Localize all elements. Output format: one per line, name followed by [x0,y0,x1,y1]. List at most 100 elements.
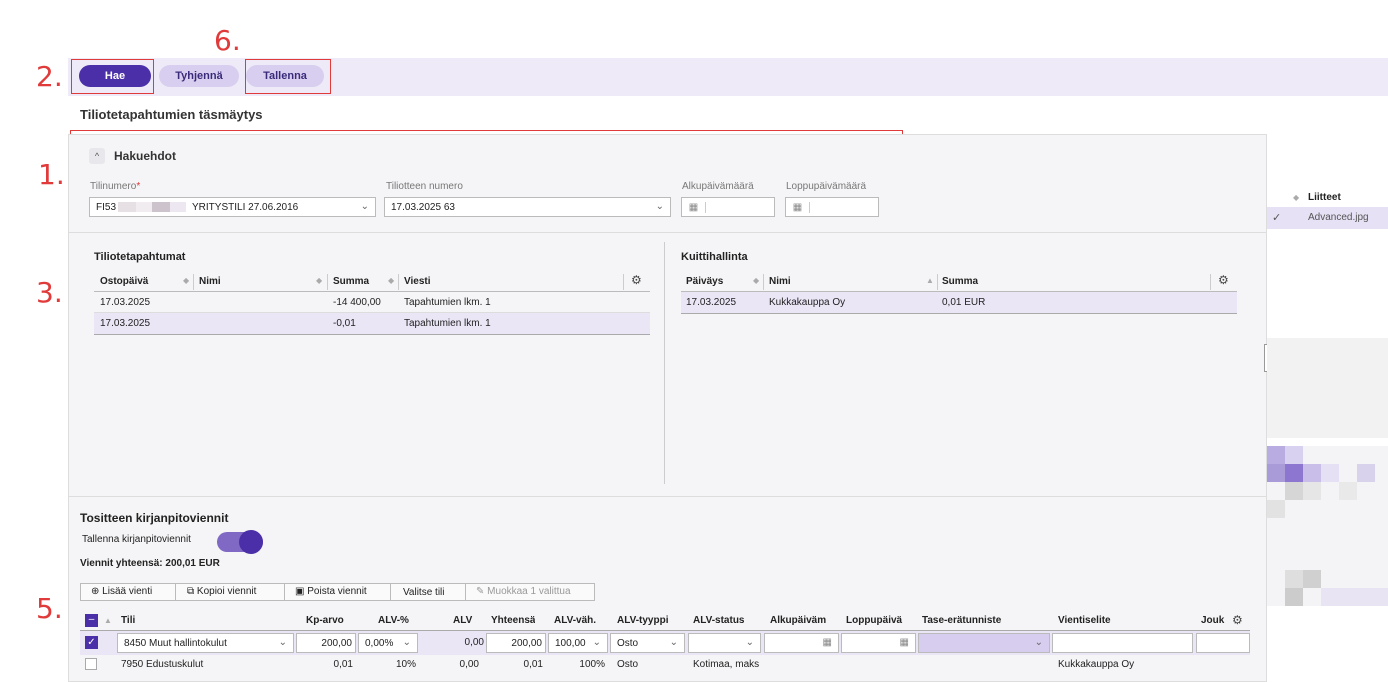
col-kp-arvo[interactable]: Kp-arvo [306,615,344,626]
sort-icon[interactable]: ◆ [1293,193,1299,202]
gear-icon[interactable]: ⚙ [631,273,642,287]
entry-kp: 200,00 [321,637,352,649]
col-tili[interactable]: Tili [121,615,135,626]
entry-total: 200,00 [511,637,542,649]
entry-alvp: 10% [395,659,416,670]
copy-entries-button[interactable]: ⧉ Kopioi viennit [187,586,256,597]
row-date: 17.03.2025 [100,318,151,329]
deduction-select[interactable]: 100,00 ⌄ [548,633,608,653]
receipt-sum: 0,01 EUR [942,297,986,308]
col-yhteensa[interactable]: Yhteensä [491,615,535,626]
col-viesti[interactable]: Viesti [404,276,431,287]
col-divider [763,274,764,290]
edit-selected-button[interactable]: ✎ Muokkaa 1 valittua [476,586,571,597]
col-nimi[interactable]: Nimi [769,276,791,287]
sort-icon[interactable]: ◆ [388,276,394,285]
row-message: Tapahtumien lkm. 1 [404,318,491,329]
add-entry-button[interactable]: ⊕ Lisää vienti [91,586,152,597]
col-vientiselite[interactable]: Vientiselite [1058,615,1111,626]
copy-icon: ⧉ [187,586,197,597]
sort-up-icon[interactable]: ▲ [926,276,934,285]
entry-account: 8450 Muut hallintokulut [124,637,227,649]
col-alv-pct[interactable]: ALV-% [378,615,409,626]
divider [68,232,1267,233]
divider [68,496,1267,497]
entry-status: Kotimaa, maks [693,659,760,670]
row-checkbox[interactable] [85,658,97,670]
entry-type: Osto [617,637,639,649]
sort-icon[interactable]: ◆ [316,276,322,285]
marker-2: 2. [36,60,63,93]
description-input[interactable] [1052,633,1193,653]
account-dropdown[interactable]: 8450 Muut hallintokulut ⌄ [117,633,294,653]
marker-3: 3. [36,276,63,309]
start-date-input[interactable]: ▦ [681,197,775,217]
account-select[interactable]: FI53 YRITYSTILI 27.06.2016 ⌄ [89,197,376,217]
end-date-cell[interactable]: ▦ [841,633,916,653]
sort-icon[interactable]: ◆ [183,276,189,285]
transactions-title: Tiliotetapahtumat [94,251,186,263]
preview-image [1267,338,1388,438]
col-alv-status[interactable]: ALV-status [693,615,745,626]
start-date-cell[interactable]: ▦ [764,633,839,653]
select-all-checkbox[interactable]: – [85,614,98,627]
sort-icon[interactable]: ◆ [753,276,759,285]
kp-arvo-input[interactable]: 200,00 [296,633,356,653]
col-loppupaiva[interactable]: Loppupäivä [846,615,904,626]
col-tase[interactable]: Tase-erätunniste [922,615,1001,626]
blurred-segment [170,202,187,212]
calendar-icon[interactable]: ▦ [823,637,832,648]
row-checkbox[interactable]: ✓ [85,636,98,649]
entry-kp: 0,01 [333,659,353,670]
calendar-icon[interactable]: ▦ [682,201,706,213]
blurred-segment [1267,500,1285,518]
check-icon: ✓ [1272,212,1282,224]
total-input[interactable]: 200,00 [486,633,546,653]
statement-label: Tiliotteen numero [386,181,463,192]
col-divider [1210,274,1211,290]
row-sum: -14 400,00 [333,297,381,308]
calendar-icon[interactable]: ▦ [786,201,810,213]
jouk-input[interactable] [1196,633,1250,653]
col-alv-vah[interactable]: ALV-väh. [554,615,596,626]
entry-total: 0,01 [523,659,543,670]
blurred-segment [1285,588,1303,606]
annotation-box-6 [245,59,331,94]
sort-icon[interactable]: ▲ [104,616,112,625]
end-date-input[interactable]: ▦ [785,197,879,217]
table-row-selected[interactable] [94,313,650,335]
statement-select[interactable]: 17.03.2025 63 ⌄ [384,197,671,217]
col-summa[interactable]: Summa [942,276,978,287]
chevron-down-icon: ⌄ [278,637,287,648]
col-alv[interactable]: ALV [453,615,472,626]
marker-1: 1. [38,158,65,191]
col-ostopaiva[interactable]: Ostopäivä [100,276,148,287]
entry-alvp: 0,00% [365,637,394,649]
col-summa[interactable]: Summa [333,276,369,287]
gear-icon[interactable]: ⚙ [1232,613,1243,627]
calendar-icon[interactable]: ▦ [900,637,909,648]
alv-status-select[interactable]: ⌄ [688,633,761,653]
receipt-date: 17.03.2025 [686,297,737,308]
col-paivays[interactable]: Päiväys [686,276,723,287]
divider [284,584,285,600]
alv-type-select[interactable]: Osto ⌄ [610,633,685,653]
tyhjenna-button[interactable]: Tyhjennä [159,65,239,87]
statement-value: 17.03.2025 63 [391,201,455,213]
alv-pct-select[interactable]: 0,00% ⌄ [358,633,418,653]
select-account-button[interactable]: Valitse tili [403,587,445,598]
receipts-title: Kuittihallinta [681,251,748,263]
delete-entries-button[interactable]: ▣ Poista viennit [295,586,367,597]
tase-select[interactable]: ⌄ [918,633,1050,653]
col-nimi[interactable]: Nimi [199,276,221,287]
col-jouk[interactable]: Jouk [1201,615,1225,626]
row-sum: -0,01 [333,318,356,329]
col-alv-tyyppi[interactable]: ALV-tyyppi [617,615,668,626]
account-prefix: FI53 [96,201,117,213]
collapse-chevron-icon[interactable]: ^ [89,148,105,164]
col-divider [398,274,399,290]
chevron-down-icon: ⌄ [360,201,369,212]
save-entries-toggle[interactable] [217,530,263,554]
col-alkupaiva[interactable]: Alkupäiväm [770,615,828,626]
gear-icon[interactable]: ⚙ [1218,273,1229,287]
